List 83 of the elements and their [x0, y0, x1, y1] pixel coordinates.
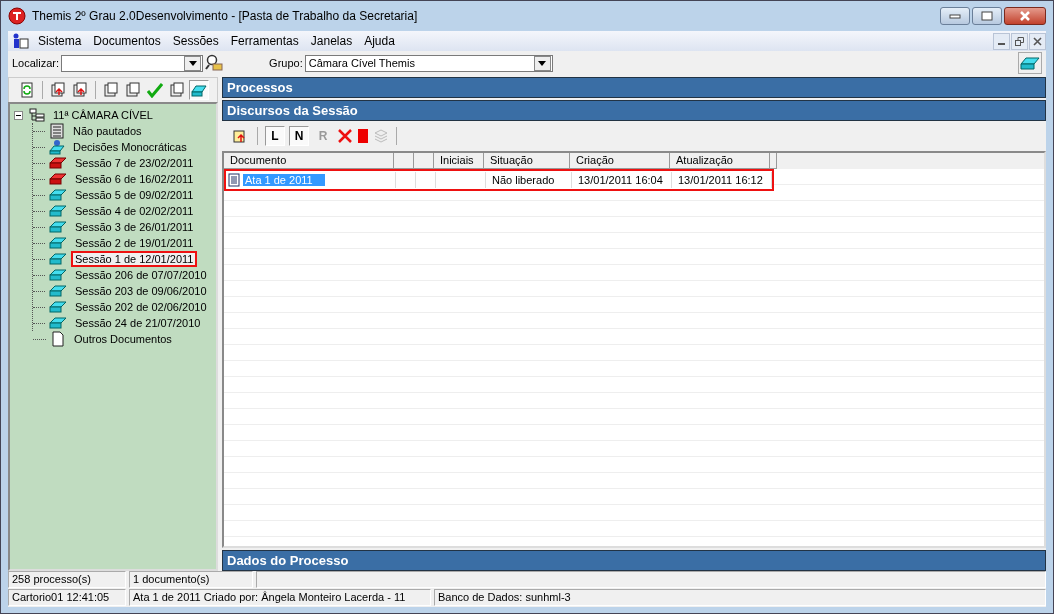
table-cell: 13/01/2011 16:04: [578, 174, 663, 186]
close-button[interactable]: [1004, 7, 1046, 25]
tray-icon: [49, 316, 67, 330]
status-text: Banco de Dados: sunhml-3: [434, 589, 1046, 606]
tree-item[interactable]: Sessão 1 de 12/01/2011: [71, 251, 198, 267]
tray-icon: [49, 300, 67, 314]
status-text: Cartorio01 12:41:05: [8, 589, 126, 606]
document-icon[interactable]: [357, 128, 369, 144]
tray-icon: [49, 252, 67, 266]
copy-icon[interactable]: [123, 80, 143, 100]
tree-item[interactable]: Sessão 4 de 02/02/2011: [71, 203, 198, 219]
delete-icon[interactable]: [337, 128, 353, 144]
tree-item[interactable]: Sessão 206 de 07/07/2010: [71, 267, 211, 283]
tray-icon: [49, 284, 67, 298]
app-logo-icon: [8, 7, 26, 25]
menu-item[interactable]: Sistema: [34, 34, 86, 48]
tray-icon: [49, 204, 67, 218]
dropdown-arrow-icon[interactable]: [188, 60, 197, 66]
maximize-icon: [981, 11, 993, 21]
menu-item[interactable]: Ferramentas: [226, 34, 303, 48]
tree-item[interactable]: Sessão 3 de 26/01/2011: [71, 219, 198, 235]
stack-upload-icon[interactable]: [48, 80, 68, 100]
user-document-icon: [12, 33, 30, 49]
search-field[interactable]: [61, 54, 204, 72]
dropdown-arrow-icon[interactable]: [538, 60, 547, 66]
table-cell: Não liberado: [492, 174, 555, 186]
document-transfer-icon[interactable]: [70, 80, 90, 100]
person-tray-icon: [49, 139, 65, 155]
tree-item[interactable]: Outros Documentos: [70, 331, 176, 347]
tray-icon: [49, 156, 67, 170]
document-icon: [228, 173, 240, 187]
tray-icon: [49, 268, 67, 282]
minimize-icon: [949, 13, 961, 19]
table-cell: 13/01/2011 16:12: [678, 174, 763, 186]
tray-icon: [49, 236, 67, 250]
stack-icon[interactable]: [101, 80, 121, 100]
maximize-button[interactable]: [972, 7, 1002, 25]
panel-header: Processos: [222, 77, 1046, 98]
minimize-button[interactable]: [940, 7, 970, 25]
tray-icon: [49, 188, 67, 202]
tree-item[interactable]: 11ª CÂMARA CÍVEL: [49, 107, 157, 123]
menu-item[interactable]: Sessões: [168, 34, 223, 48]
format-button[interactable]: N: [289, 126, 309, 146]
restore-icon: [1015, 36, 1024, 46]
blank-document-icon: [50, 331, 66, 347]
menu-item[interactable]: Janelas: [306, 34, 357, 48]
search-icon[interactable]: [205, 54, 224, 72]
table-cell: Ata 1 de 2011: [243, 174, 325, 186]
panel-header: Discursos da Sessão: [222, 100, 1046, 121]
collapse-toggle[interactable]: [14, 110, 23, 120]
minimize-button[interactable]: [993, 32, 1010, 50]
tree-structure-icon: [29, 108, 45, 122]
restore-button[interactable]: [1011, 32, 1028, 50]
status-text: 1 documento(s): [129, 571, 253, 588]
status-text: Ata 1 de 2011 Criado por: Ângela Monteiro Lacerda - 11: [129, 589, 431, 606]
close-icon: [1019, 11, 1031, 21]
menu-item[interactable]: Documentos: [89, 34, 165, 48]
tree-item[interactable]: Sessão 202 de 02/06/2010: [71, 299, 211, 315]
status-text: 258 processo(s): [8, 571, 126, 588]
tray-icon: [49, 220, 67, 234]
tree-item[interactable]: Sessão 203 de 09/06/2010: [71, 283, 211, 299]
tree-item[interactable]: Sessão 6 de 16/02/2011: [71, 171, 198, 187]
close-icon: [1033, 36, 1042, 46]
tree-item[interactable]: Não pautados: [69, 123, 146, 139]
tree-item[interactable]: Sessão 5 de 09/02/2011: [71, 187, 198, 203]
list-icon: [49, 123, 65, 139]
tree-item[interactable]: Sessão 24 de 21/07/2010: [71, 315, 205, 331]
format-button[interactable]: L: [265, 126, 285, 146]
checkmark-icon[interactable]: [145, 80, 165, 100]
minimize-icon: [998, 43, 1005, 45]
tree-item[interactable]: Sessão 7 de 23/02/2011: [71, 155, 198, 171]
tray-icon: [49, 172, 67, 186]
search-label: Localizar:: [12, 57, 60, 69]
table-row[interactable]: Ata 1 de 2011 Não liberado 13/01/2011 16:04 13/01/2011 16:12: [224, 169, 774, 191]
group-label: Grupo:: [269, 57, 303, 69]
tree-item[interactable]: Sessão 2 de 19/01/2011: [71, 235, 198, 251]
tree-item[interactable]: Decisões Monocráticas: [69, 139, 191, 155]
group-dropdown[interactable]: Câmara Cível Themis: [304, 54, 553, 72]
menu-item[interactable]: Ajuda: [360, 34, 399, 48]
tray-button[interactable]: [1018, 52, 1042, 74]
panel-header: Dados do Processo: [222, 550, 1046, 571]
tray-icon[interactable]: [189, 80, 209, 100]
window-title: Themis 2º Grau 2.0Desenvolvimento - [Pasta de Trabalho da Secretaria]: [32, 9, 418, 23]
